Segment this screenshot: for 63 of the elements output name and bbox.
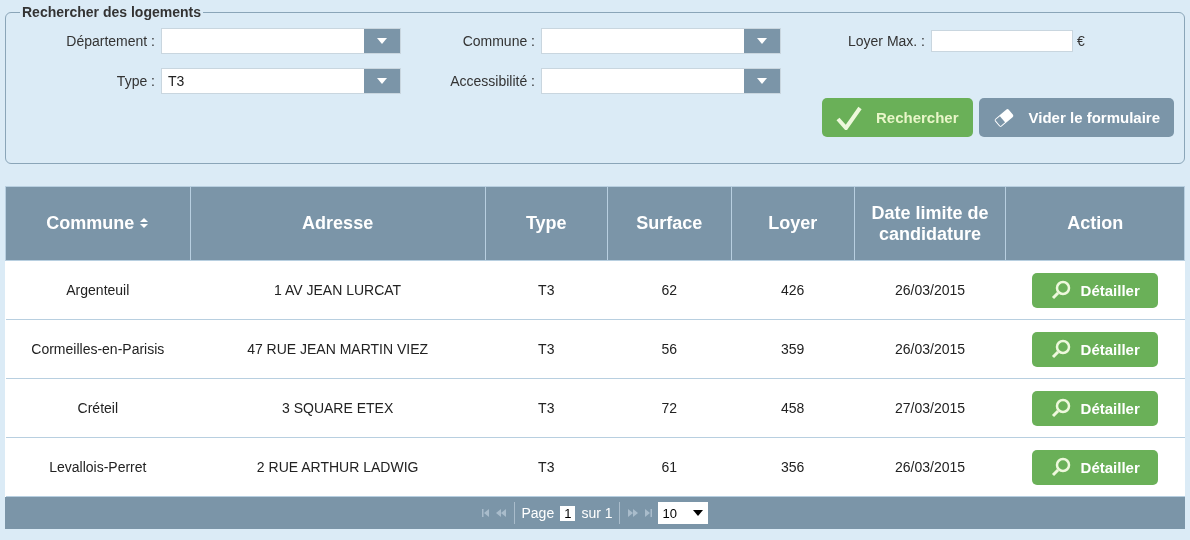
dropdown-field[interactable]: T3: [161, 68, 401, 94]
column-header: Date limite de candidature: [854, 186, 1006, 261]
caret-icon: [377, 38, 387, 44]
page-total: sur 1: [581, 505, 613, 521]
field-label: Département :: [65, 33, 156, 49]
page-label: Page: [521, 505, 555, 521]
clear-button[interactable]: Vider le formulaire: [978, 98, 1174, 137]
search-icon: [1050, 280, 1071, 300]
caret-icon: [757, 38, 767, 44]
table-cell: Cormeilles-en-Parisis: [5, 319, 191, 379]
detail-button[interactable]: Détailler: [1032, 390, 1159, 426]
search-icon: [1050, 398, 1071, 418]
table-cell: 27/03/2015: [854, 378, 1006, 438]
field-label: Accessibilité :: [449, 73, 536, 89]
table-cell: 356: [731, 437, 855, 497]
table-cell: Créteil: [5, 378, 191, 438]
column-header: Surface: [607, 186, 732, 261]
field-label: Loyer Max. :: [846, 33, 926, 49]
search-icon: [1050, 339, 1071, 359]
field-label: Commune :: [461, 33, 536, 49]
dropdown-field[interactable]: [541, 28, 781, 54]
search-icon: [1050, 457, 1071, 477]
currency-symbol: €: [1076, 33, 1085, 49]
table-cell: 1 AV JEAN LURCAT: [190, 260, 486, 320]
table-cell: T3: [485, 260, 608, 320]
table-cell: 56: [607, 319, 732, 379]
table-cell: 3 SQUARE ETEX: [190, 378, 486, 438]
detail-button[interactable]: Détailler: [1032, 449, 1159, 485]
page-size-select[interactable]: 10: [657, 502, 708, 524]
caret-icon: [692, 510, 703, 516]
dropdown-field[interactable]: [541, 68, 781, 94]
dropdown-field[interactable]: [161, 28, 401, 54]
table-cell: 359: [731, 319, 855, 379]
checkmark-icon: [836, 105, 862, 130]
table-cell: Argenteuil: [5, 260, 191, 320]
input-field[interactable]: [931, 30, 1073, 52]
field-label: Type :: [115, 73, 156, 89]
search-button[interactable]: Rechercher: [822, 98, 973, 137]
table-cell: 426: [731, 260, 855, 320]
table-cell: 62: [607, 260, 732, 320]
table-cell: T3: [485, 378, 608, 438]
table-cell: Levallois-Perret: [5, 437, 191, 497]
panel-title: Rechercher des logements: [21, 4, 202, 20]
table-cell: 26/03/2015: [854, 437, 1006, 497]
table-cell: T3: [485, 319, 608, 379]
table-cell: T3: [485, 437, 608, 497]
column-header: Action: [1005, 186, 1185, 261]
detail-button[interactable]: Détailler: [1032, 331, 1159, 367]
column-header: Adresse: [190, 186, 486, 261]
caret-icon: [757, 78, 767, 84]
caret-icon: [377, 78, 387, 84]
table-cell: 2 RUE ARTHUR LADWIG: [190, 437, 486, 497]
table-cell: 61: [607, 437, 732, 497]
table-cell: 72: [607, 378, 732, 438]
table-cell: 458: [731, 378, 855, 438]
column-header[interactable]: Commune: [5, 186, 191, 261]
table-cell: 26/03/2015: [854, 319, 1006, 379]
column-header: Type: [485, 186, 608, 261]
table-cell: 26/03/2015: [854, 260, 1006, 320]
detail-button[interactable]: Détailler: [1032, 272, 1159, 308]
table-cell: 47 RUE JEAN MARTIN VIEZ: [190, 319, 486, 379]
column-header: Loyer: [731, 186, 855, 261]
page-input[interactable]: 1: [560, 505, 576, 521]
